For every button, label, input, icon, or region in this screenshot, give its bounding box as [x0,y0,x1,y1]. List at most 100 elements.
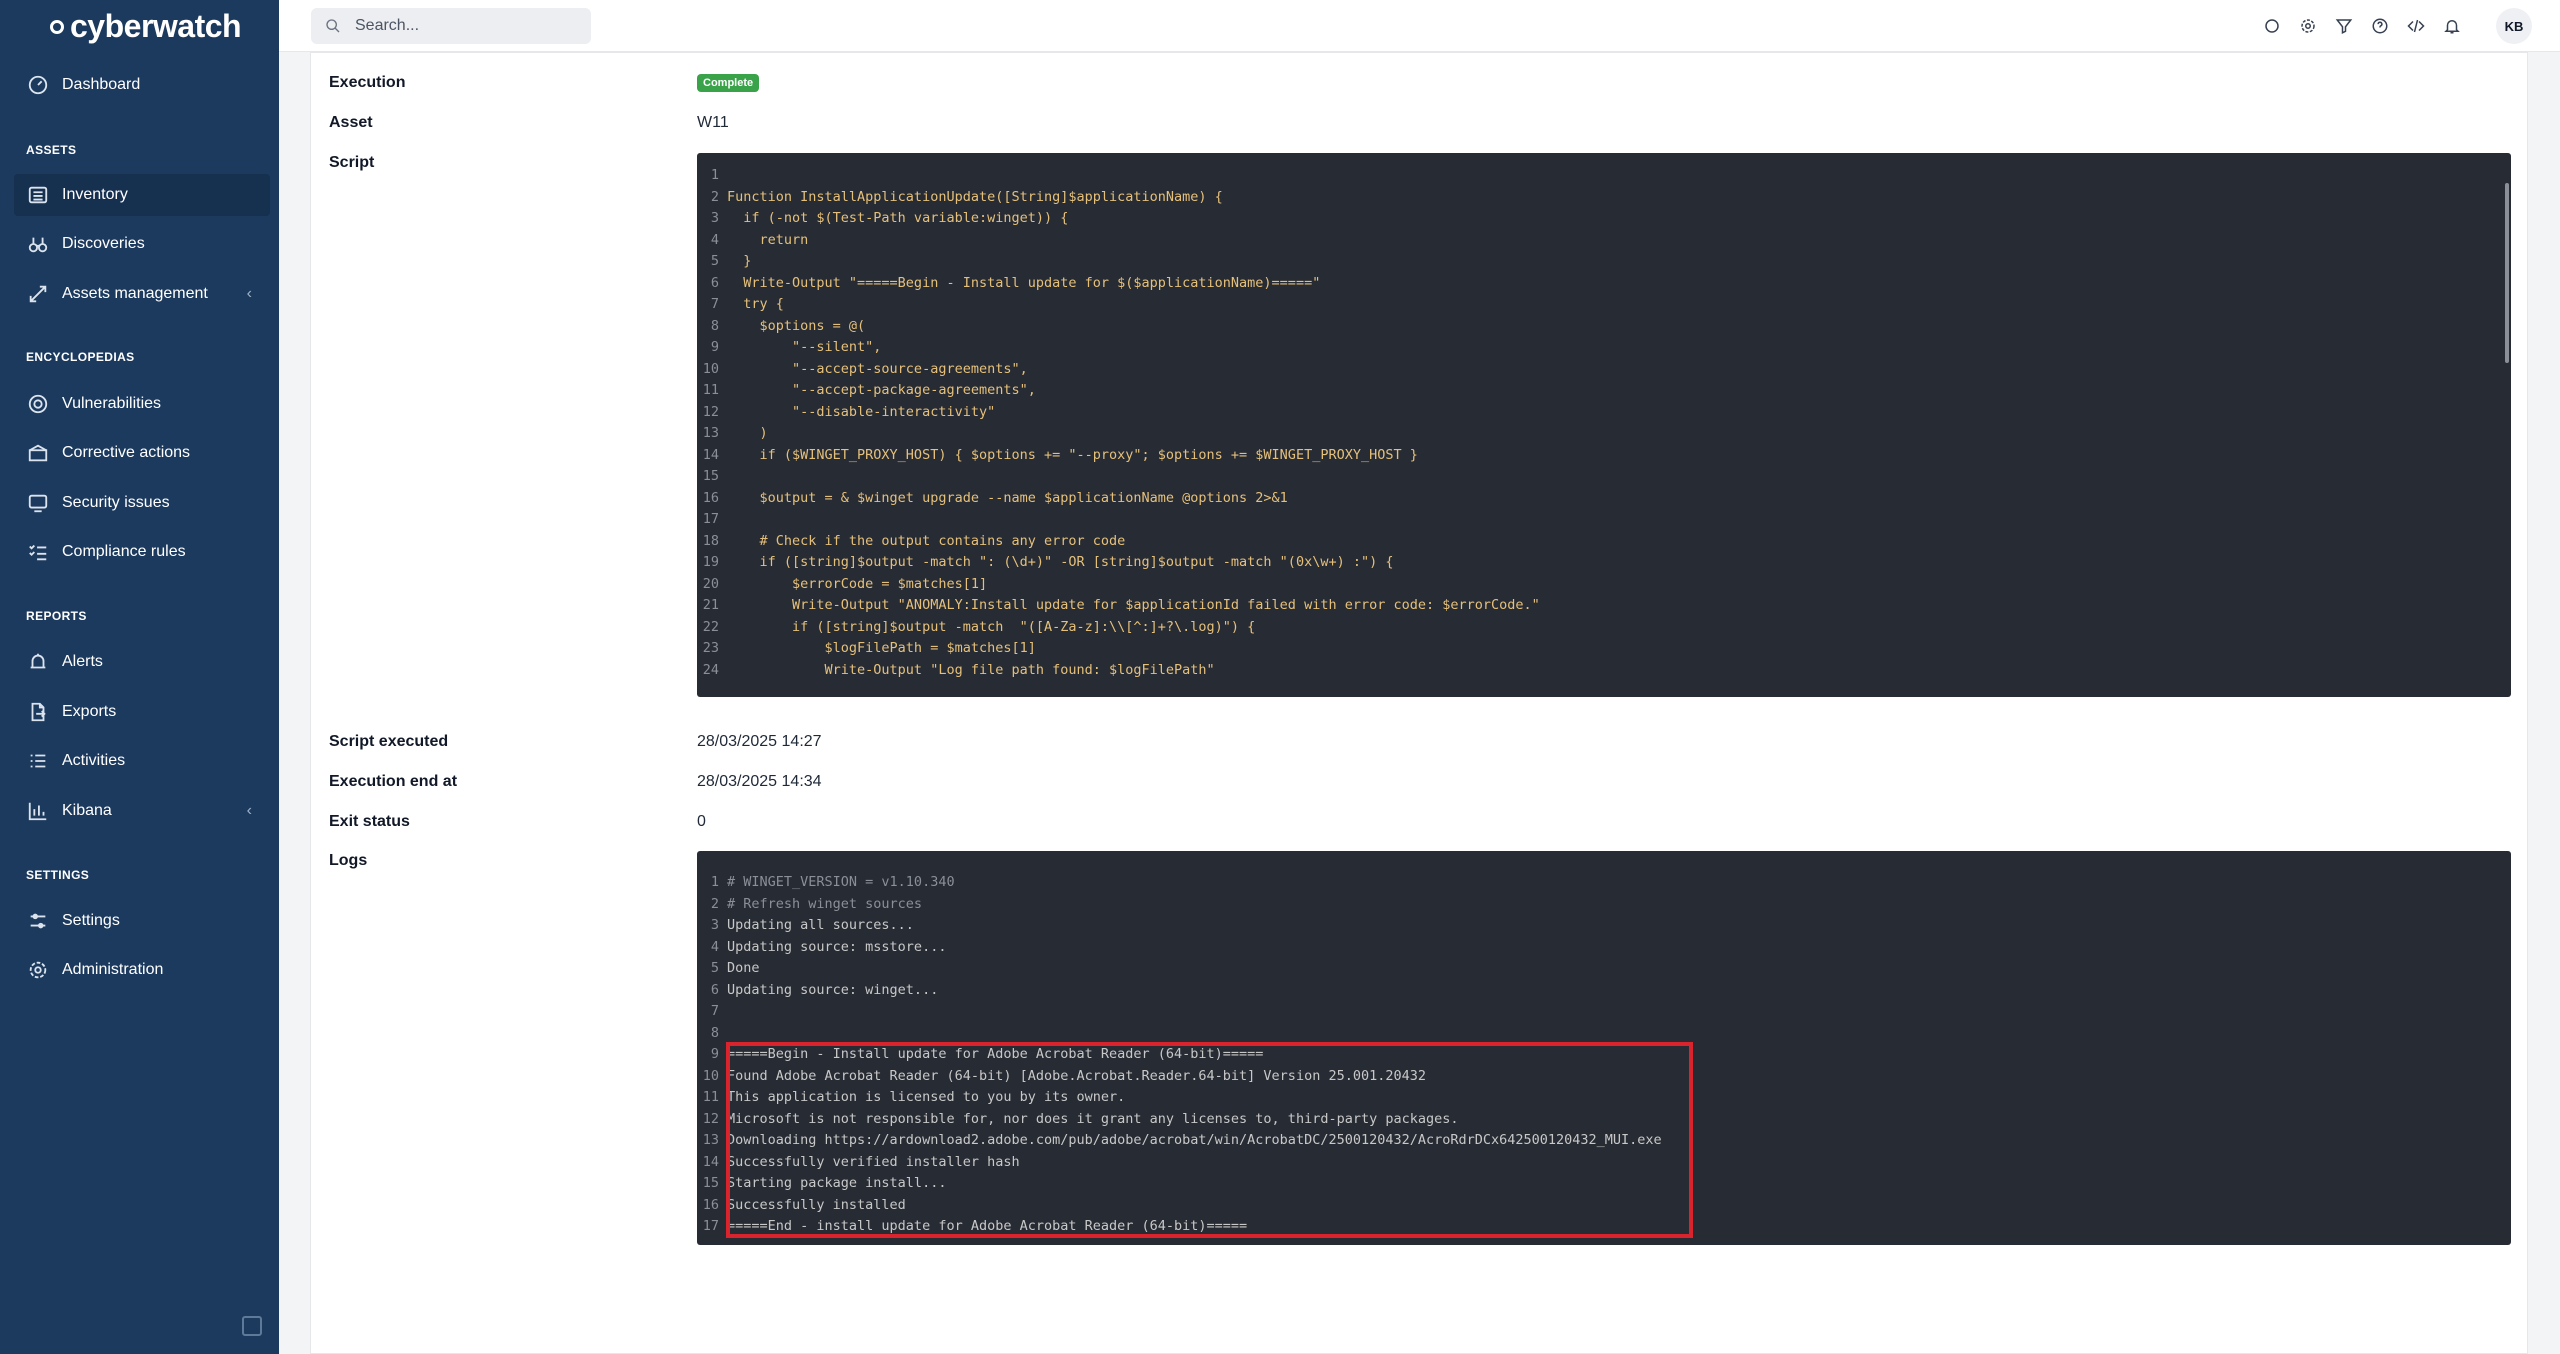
line-number: 13 [702,425,719,441]
bar-chart-icon [26,799,50,823]
circle-icon[interactable] [2260,14,2284,38]
line-number: 7 [710,1003,719,1019]
gear-icon[interactable] [2296,14,2320,38]
line-text: Updating all sources... [727,917,914,933]
sidebar-item-corrective-actions[interactable]: Corrective actions [14,432,270,474]
sidebar-item-label: Inventory [62,186,128,203]
line-text: "--accept-source-agreements", [727,360,1028,377]
line-text: if ([string]$output -match ": (\d+)" -OR… [727,554,1394,570]
chevron-left-icon: ‹ [246,285,252,302]
line-number: 10 [702,1067,719,1084]
avatar[interactable]: KB [2496,8,2532,44]
code-line: 7 try { [697,294,2511,316]
line-number: 20 [702,575,719,592]
execution-end-label: Execution end at [329,773,458,790]
execution-label: Execution [329,74,406,91]
code-line: 2 # Refresh winget sources [697,894,2511,916]
code-line: 23 $logFilePath = $matches[1] [697,638,2511,660]
line-number: 6 [710,274,719,291]
sidebar-item-settings[interactable]: Settings [14,900,270,942]
sidebar-item-discoveries[interactable]: Discoveries [14,223,270,265]
code-line: 19 if ([string]$output -match ": (\d+)" … [697,552,2511,574]
code-line: 11 "--accept-package-agreements", [697,380,2511,402]
line-number: 19 [702,554,719,570]
line-text: # Refresh winget sources [727,895,923,912]
line-number: 1 [710,874,719,890]
line-number: 16 [702,1196,719,1213]
line-number: 3 [710,210,719,226]
asset-value[interactable]: W11 [697,114,729,132]
line-number: 17 [702,511,719,527]
code-line: 2 Function InstallApplicationUpdate([Stri… [697,187,2511,209]
sidebar-item-assets-management[interactable]: Assets management ‹ [14,273,270,315]
line-text: $logFilePath = $matches[1] [727,640,1036,656]
line-text: ) [727,425,768,441]
execution-end-value: 28/03/2025 14:34 [697,773,822,790]
code-line: 5 Done [697,958,2511,980]
file-export-icon [26,700,50,724]
search-input[interactable] [355,17,575,35]
help-icon[interactable] [2368,14,2392,38]
line-number: 4 [710,231,719,248]
sidebar-item-label: Administration [62,961,164,978]
line-text: "--silent", [727,339,882,355]
line-number: 8 [710,1024,719,1041]
code-line: 18 # Check if the output contains any er… [697,531,2511,553]
line-text: return [727,231,809,248]
line-number: 15 [702,468,719,484]
gauge-icon [26,392,50,416]
collapse-sidebar-button[interactable] [242,1316,262,1336]
code-line: 15 [697,466,2511,488]
sidebar-item-security-issues[interactable]: Security issues [14,482,270,524]
line-text: Done [727,960,760,976]
line-number: 3 [710,917,719,933]
line-text: Write-Output "=====Begin - Install updat… [727,274,1321,291]
code-line: 12 "--disable-interactivity" [697,402,2511,424]
sidebar-item-label: Assets management [62,285,208,302]
scrollbar[interactable] [2505,183,2509,363]
filter-icon[interactable] [2332,14,2356,38]
code-line: 3 if (-not $(Test-Path variable:winget))… [697,208,2511,230]
code-line: 14 if ($WINGET_PROXY_HOST) { $options +=… [697,445,2511,467]
script-executed-value: 28/03/2025 14:27 [697,733,822,750]
code-line: 22 if ([string]$output -match "([A-Za-z]… [697,617,2511,639]
line-number: 9 [710,1046,719,1062]
line-text: Write-Output "ANOMALY:Install update for… [727,597,1540,613]
sidebar-item-kibana[interactable]: Kibana ‹ [14,790,270,832]
logo[interactable]: cyberwatch [50,8,242,45]
line-text: $output = & $winget upgrade --name $appl… [727,489,1288,506]
sidebar-item-label: Discoveries [62,235,145,252]
line-number: 5 [710,960,719,976]
bell-icon[interactable] [2440,14,2464,38]
code-line: 1 [697,165,2511,187]
boxes-icon [26,441,50,465]
status-badge: Complete [697,74,760,92]
sidebar-item-activities[interactable]: Activities [14,740,270,782]
dashboard-icon [26,73,50,97]
sidebar-item-administration[interactable]: Administration [14,949,270,991]
line-number: 17 [702,1218,719,1234]
line-number: 24 [702,661,719,678]
code-icon[interactable] [2404,14,2428,38]
sliders-icon [26,909,50,933]
script-code-block[interactable]: 1 2 Function InstallApplicationUpdate([Str… [697,153,2511,697]
section-title-settings: SETTINGS [26,868,90,882]
logo-text: cyberwatch [70,8,242,44]
sidebar-item-alerts[interactable]: Alerts [14,641,270,683]
code-line: 17 [697,509,2511,531]
sidebar-item-dashboard[interactable]: Dashboard [14,64,270,106]
line-number: 11 [702,1089,719,1105]
line-text: try { [727,296,784,312]
logs-code-block[interactable]: 1 # WINGET_VERSION = v1.10.340 2 # Refresh … [697,851,2511,1245]
section-title-encyclopedias: ENCYCLOPEDIAS [26,350,135,364]
sidebar-item-inventory[interactable]: Inventory [14,174,270,216]
search-box[interactable] [311,8,591,44]
gear-icon [26,958,50,982]
line-number: 1 [710,167,719,183]
code-line: 16 $output = & $winget upgrade --name $a… [697,488,2511,510]
line-number: 18 [702,532,719,549]
sidebar-item-exports[interactable]: Exports [14,691,270,733]
sidebar-item-vulnerabilities[interactable]: Vulnerabilities [14,383,270,425]
sidebar-item-compliance-rules[interactable]: Compliance rules [14,531,270,573]
sidebar-item-label: Corrective actions [62,444,191,461]
